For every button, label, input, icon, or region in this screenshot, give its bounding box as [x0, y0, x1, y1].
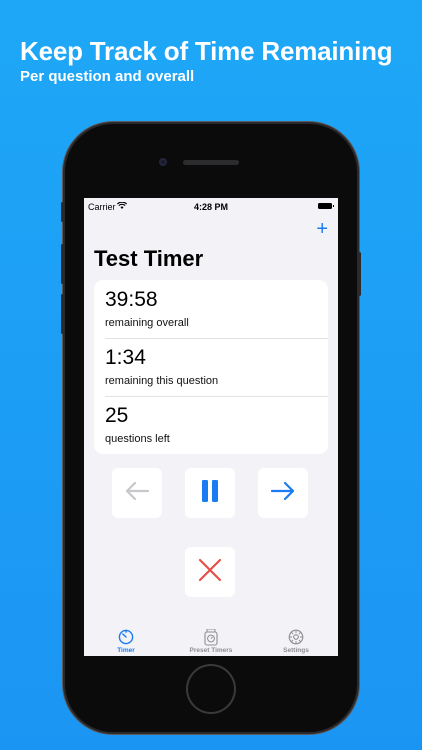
- mute-switch: [61, 202, 64, 222]
- tab-label: Preset Timers: [189, 647, 233, 654]
- status-bar: Carrier 4:28 PM: [84, 198, 338, 214]
- power-button: [358, 252, 361, 296]
- home-button[interactable]: [188, 666, 234, 712]
- tab-timer[interactable]: Timer: [84, 626, 168, 654]
- stats-card: 39:58 remaining overall 1:34 remaining t…: [94, 280, 328, 454]
- stopwatch-icon: [169, 628, 253, 646]
- overall-remaining-label: remaining overall: [105, 317, 189, 329]
- speaker-grille: [183, 160, 239, 165]
- pause-icon: [201, 479, 219, 507]
- overall-remaining-value: 39:58: [105, 288, 158, 311]
- previous-question-button[interactable]: [112, 468, 162, 518]
- questions-left-label: questions left: [105, 433, 170, 445]
- gear-icon: [254, 628, 338, 646]
- next-question-button[interactable]: [258, 468, 308, 518]
- status-time: 4:28 PM: [193, 202, 228, 212]
- arrow-left-icon: [124, 481, 150, 506]
- pause-button[interactable]: [185, 468, 235, 518]
- tab-preset-timers[interactable]: Preset Timers: [169, 626, 253, 654]
- x-icon: [198, 558, 222, 587]
- app-screen: Carrier 4:28 PM + Test Timer 39:58 remai…: [84, 198, 338, 656]
- question-remaining-value: 1:34: [105, 346, 146, 369]
- arrow-right-icon: [270, 481, 296, 506]
- battery-icon: [318, 203, 334, 209]
- front-camera: [159, 158, 167, 166]
- stop-timer-button[interactable]: [185, 547, 235, 597]
- page-title: Test Timer: [94, 246, 204, 271]
- tab-label: Settings: [283, 647, 309, 654]
- timer-icon: [84, 628, 168, 646]
- phone-frame: Carrier 4:28 PM + Test Timer 39:58 remai…: [61, 124, 361, 732]
- tab-label: Timer: [117, 647, 135, 654]
- volume-up-button: [61, 244, 64, 284]
- promo-subtitle: Per question and overall: [20, 68, 195, 85]
- tab-bar: Timer Preset Timers Settings: [84, 626, 338, 656]
- stat-row-question: 1:34 remaining this question: [94, 338, 328, 396]
- questions-left-value: 25: [105, 404, 129, 427]
- tab-settings[interactable]: Settings: [254, 626, 338, 654]
- question-remaining-label: remaining this question: [105, 375, 219, 387]
- promo-title: Keep Track of Time Remaining: [20, 36, 393, 66]
- volume-down-button: [61, 294, 64, 334]
- add-button[interactable]: +: [316, 218, 328, 241]
- stat-row-overall: 39:58 remaining overall: [94, 280, 328, 338]
- stat-row-questions-left: 25 questions left: [94, 396, 328, 454]
